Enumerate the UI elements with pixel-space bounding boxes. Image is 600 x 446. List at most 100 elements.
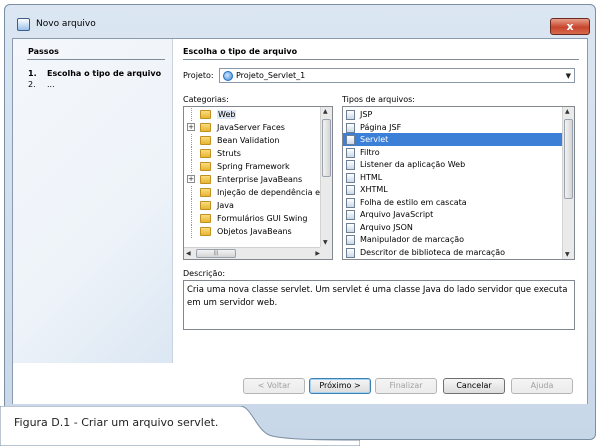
description-label: Descrição: — [183, 269, 226, 278]
dialog-body: Passos 1. Escolha o tipo de arquivo 2....… — [12, 38, 588, 404]
step-1: 1. Escolha o tipo de arquivo — [28, 69, 161, 78]
file-types-list[interactable]: JSP Página JSF Servlet Filtro Listener da ap… — [342, 106, 575, 260]
file-type-item[interactable]: Arquivo JSON — [343, 221, 563, 234]
file-type-item[interactable]: Arquivo JavaScript — [343, 208, 563, 221]
file-type-item[interactable]: HTML — [343, 171, 563, 184]
file-type-label: XHTML — [360, 185, 388, 194]
folder-icon — [200, 162, 211, 171]
category-label: Enterprise JavaBeans — [217, 175, 303, 184]
file-type-label: JSP — [360, 110, 373, 119]
category-label: Spring Framework — [217, 162, 290, 171]
file-type-item[interactable]: Listener da aplicação Web — [343, 158, 563, 171]
expand-icon[interactable]: + — [187, 123, 195, 131]
categories-label: Categorias: — [183, 95, 229, 104]
window-icon — [17, 18, 30, 31]
tree-line — [191, 212, 192, 225]
categories-vertical-scrollbar[interactable]: ▲ ▼ — [320, 107, 332, 247]
scroll-corner — [320, 247, 332, 259]
steps-divider — [27, 59, 165, 60]
folder-icon — [200, 201, 211, 210]
category-item[interactable]: Bean Validation — [184, 134, 320, 147]
category-label: Objetos JavaBeans — [217, 227, 292, 236]
folder-icon — [200, 188, 211, 197]
project-label: Projeto: — [183, 71, 214, 80]
steps-panel: Passos 1. Escolha o tipo de arquivo 2.... — [13, 39, 173, 363]
project-select[interactable]: Projeto_Servlet_1 ▼ — [219, 68, 575, 83]
file-icon — [346, 172, 355, 183]
category-label: Web — [217, 110, 237, 119]
categories-tree[interactable]: Web + JavaServer Faces Bean Validation Strut… — [183, 106, 333, 260]
scroll-down-icon[interactable]: ▼ — [565, 251, 570, 258]
folder-icon — [200, 227, 211, 236]
category-item[interactable]: Injeção de dependência e c — [184, 186, 327, 199]
file-type-item[interactable]: Página JSF — [343, 121, 563, 134]
scroll-left-icon[interactable]: ◀ — [186, 250, 191, 257]
category-label: Injeção de dependência e c — [217, 188, 327, 197]
scroll-up-icon[interactable]: ▲ — [323, 108, 328, 115]
folder-icon — [200, 110, 211, 119]
file-type-item[interactable]: Manipulador de marcação — [343, 233, 563, 246]
steps-heading: Passos — [28, 47, 59, 56]
category-label: JavaServer Faces — [217, 123, 285, 132]
button-bar: < Voltar Próximo > Finalizar Cancelar Aj… — [13, 363, 587, 404]
scroll-up-icon[interactable]: ▲ — [565, 108, 570, 115]
file-type-label: Arquivo JSON — [360, 222, 413, 232]
step-number: 2. — [28, 80, 36, 89]
finish-button[interactable]: Finalizar — [375, 378, 437, 394]
tree-line — [191, 160, 192, 173]
title-bar: Novo arquivo x — [6, 8, 594, 36]
expand-icon[interactable]: + — [187, 175, 195, 183]
back-button[interactable]: < Voltar — [243, 378, 305, 394]
folder-icon — [200, 149, 211, 158]
category-label: Java — [217, 201, 234, 210]
close-button[interactable]: x — [550, 18, 590, 35]
step-number: 1. — [28, 69, 37, 78]
file-icon — [346, 160, 355, 170]
tree-line — [191, 225, 192, 238]
file-type-label: Listener da aplicação Web — [360, 160, 466, 169]
next-button[interactable]: Próximo > — [309, 378, 371, 394]
folder-icon — [200, 175, 211, 184]
cancel-button[interactable]: Cancelar — [443, 378, 505, 394]
folder-icon — [200, 136, 211, 145]
file-type-item[interactable]: Filtro — [343, 146, 563, 159]
category-item[interactable]: Formulários GUI Swing — [184, 212, 320, 225]
scroll-thumb[interactable]: ||| — [196, 249, 236, 258]
step-label: Escolha o tipo de arquivo — [47, 69, 162, 78]
category-item[interactable]: + JavaServer Faces — [184, 121, 320, 134]
project-globe-icon — [223, 71, 233, 81]
scroll-down-icon[interactable]: ▼ — [323, 239, 328, 246]
file-type-item[interactable]: Descritor de biblioteca de marcação — [343, 246, 563, 259]
step-label: ... — [47, 80, 55, 89]
window-title: Novo arquivo — [36, 19, 96, 29]
scroll-thumb[interactable] — [564, 119, 573, 199]
file-type-item[interactable]: XHTML — [343, 183, 563, 196]
file-type-item[interactable]: Servlet — [343, 133, 563, 146]
chevron-down-icon[interactable]: ▼ — [566, 72, 571, 80]
category-item[interactable]: Java — [184, 199, 320, 212]
tree-line — [191, 108, 192, 121]
description-text: Cria uma nova classe servlet. Um servlet… — [183, 280, 575, 330]
file-type-label: Filtro — [360, 147, 380, 157]
scroll-thumb[interactable] — [322, 119, 331, 177]
category-item[interactable]: + Enterprise JavaBeans — [184, 173, 320, 186]
tree-line — [191, 134, 192, 147]
category-item[interactable]: Struts — [184, 147, 320, 160]
file-type-label: Arquivo JavaScript — [360, 210, 434, 219]
tree-line — [191, 186, 192, 199]
file-type-label: Manipulador de marcação — [360, 235, 465, 244]
category-item[interactable]: Web — [184, 108, 320, 121]
file-icon — [346, 110, 355, 120]
file-icon — [346, 185, 355, 195]
category-item[interactable]: Spring Framework — [184, 160, 320, 173]
file-type-item[interactable]: Folha de estilo em cascata — [343, 196, 563, 209]
file-type-item[interactable]: JSP — [343, 108, 563, 121]
file-types-scrollbar[interactable]: ▲ ▼ — [562, 107, 574, 259]
help-button[interactable]: Ajuda — [511, 378, 573, 394]
panel-divider — [183, 59, 579, 60]
categories-horizontal-scrollbar[interactable]: ◀ ||| ▶ — [184, 247, 322, 259]
file-icon — [346, 122, 355, 133]
category-label: Formulários GUI Swing — [217, 214, 308, 223]
panel-heading: Escolha o tipo de arquivo — [183, 47, 298, 56]
category-item[interactable]: Objetos JavaBeans — [184, 225, 320, 238]
